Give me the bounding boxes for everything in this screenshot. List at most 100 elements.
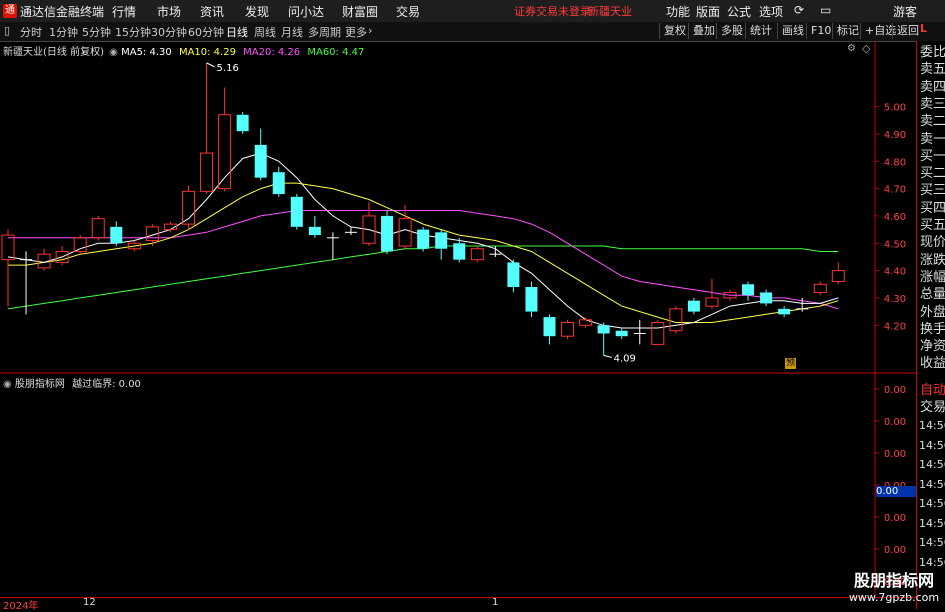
- current-stock-name: 新疆天业: [588, 5, 632, 18]
- menu-shichang[interactable]: 市场: [157, 3, 181, 20]
- quote-field-15: 外盘: [920, 304, 945, 320]
- time-row: 14:56: [919, 419, 945, 432]
- candle-body: [236, 114, 249, 132]
- collapse-icon[interactable]: ◇: [862, 42, 870, 55]
- candle-body: [470, 248, 484, 261]
- login-warning[interactable]: 证券交易未登录: [514, 3, 591, 19]
- price-tick-label: 4.90: [884, 130, 906, 141]
- menu-gongneng[interactable]: 功能: [666, 3, 690, 20]
- sub-indicator-name: 股朋指标网: [14, 379, 65, 390]
- candle-body: [742, 284, 755, 296]
- candle-body: [615, 330, 628, 337]
- fuquan-button[interactable]: 复权: [659, 23, 690, 39]
- legend-ma10: MA10: 4.29: [178, 47, 236, 58]
- min-pointer: [603, 354, 612, 358]
- price-tick-label: 4.20: [884, 321, 906, 332]
- tab-more[interactable]: 更多: [345, 24, 367, 40]
- tab-fenshi[interactable]: 分时: [20, 24, 42, 40]
- quote-side-panel: 委比 卖五 卖四 卖三 卖二 卖一 买一 买二 买三 买四 买五 现价 涨跌 涨幅 总量 外盘 换手 净资 收益 自动…: [916, 41, 945, 609]
- price-tick-label: 4.70: [884, 185, 906, 196]
- stats-button[interactable]: 统计: [745, 23, 776, 39]
- tab-multi-period[interactable]: 多周期: [308, 24, 341, 40]
- quote-field-9: 买四: [920, 200, 945, 216]
- date-axis: 2024年 12 1: [0, 597, 916, 612]
- quote-field-14: 总量: [920, 287, 945, 303]
- legend-ma60: MA60: 4.47: [307, 47, 365, 58]
- legend-stock-name: 新疆天业(日线 前复权): [3, 47, 104, 58]
- candle-body: [778, 308, 791, 315]
- menu-zixun[interactable]: 资讯: [200, 3, 224, 20]
- time-row: 14:56: [919, 497, 945, 510]
- multi-stock-button[interactable]: 多股: [716, 23, 747, 39]
- legend-circle-icon[interactable]: ◉: [109, 47, 118, 58]
- menu-gongshi[interactable]: 公式: [727, 3, 751, 20]
- ma60-line: [7, 245, 839, 310]
- sub-tick-label: 0.00: [884, 513, 906, 524]
- tab-5min[interactable]: 5分钟: [82, 24, 111, 40]
- refresh-icon[interactable]: ⟳: [794, 3, 804, 17]
- sub-legend-circle-icon[interactable]: ◉: [3, 379, 12, 390]
- candle-body: [1, 234, 15, 261]
- guest-label[interactable]: 游客: [893, 3, 917, 20]
- candle-body: [507, 262, 520, 287]
- candle-body: [272, 172, 285, 195]
- candle-body: [110, 226, 123, 244]
- more-chevron-icon[interactable]: ›: [368, 24, 372, 37]
- draw-line-button[interactable]: 画线: [777, 23, 808, 39]
- ma20-line: [8, 210, 839, 310]
- sub-tick-label: 0.00: [884, 449, 906, 460]
- menu-bar: 通 通达信金融终端 行情 市场 资讯 发现 问小达 财富圈 交易 证券交易未登录…: [0, 0, 945, 23]
- tab-daily[interactable]: 日线: [226, 24, 248, 40]
- tab-60min[interactable]: 60分钟: [188, 24, 224, 40]
- settings-gear-icon[interactable]: ⚙: [847, 43, 856, 54]
- period-icon: ▯: [4, 24, 11, 37]
- quote-field-12: 涨跌: [920, 252, 945, 268]
- sub-tick-label: 0.00: [884, 417, 906, 428]
- time-row: 14:56: [919, 477, 945, 491]
- quote-field-3: 卖三: [920, 96, 945, 112]
- tab-15min[interactable]: 15分钟: [115, 24, 151, 40]
- trade-label[interactable]: 交易: [920, 400, 945, 415]
- kline-chart[interactable]: 5.00 4.90 4.80 4.70 4.60 4.50 4.40 4.30 4.20 0.00…: [0, 41, 916, 597]
- f10-button[interactable]: F10: [806, 23, 835, 39]
- auto-trade-label[interactable]: 自动: [920, 383, 945, 398]
- pre-badge[interactable]: 预: [785, 358, 796, 369]
- menu-jiaoyi[interactable]: 交易: [396, 3, 420, 20]
- menu-xuanxiang[interactable]: 选项: [759, 3, 783, 20]
- quote-field-18: 收益: [920, 356, 945, 372]
- candle-body: [254, 144, 267, 178]
- app-logo-icon: 通: [3, 4, 17, 18]
- menu-banmian[interactable]: 版面: [696, 3, 720, 20]
- app-title: 通达信金融终端: [20, 5, 105, 19]
- quote-field-2: 卖四: [920, 79, 945, 95]
- menu-caifuquan[interactable]: 财富圈: [342, 3, 378, 20]
- quote-field-0: 委比: [920, 45, 945, 60]
- candle-body: [453, 243, 466, 260]
- price-tick-label: 4.80: [884, 157, 906, 168]
- quote-field-16: 换手: [920, 321, 945, 337]
- candle-body: [760, 292, 773, 304]
- tab-monthly[interactable]: 月线: [281, 24, 303, 40]
- tab-1min[interactable]: 1分钟: [49, 24, 78, 40]
- period-toolbar: ▯ 分时 1分钟 5分钟 15分钟 30分钟 60分钟 日线 周线 月线 多周期…: [0, 22, 945, 42]
- tab-30min[interactable]: 30分钟: [151, 24, 187, 40]
- tab-weekly[interactable]: 周线: [254, 24, 276, 40]
- quote-field-8: 买三: [920, 183, 945, 199]
- chart-axes: 5.00 4.90 4.80 4.70 4.60 4.50 4.40 4.30 4.20 0.00…: [0, 41, 916, 597]
- menu-wenxiaoda[interactable]: 问小达: [288, 3, 324, 20]
- sub-indicator-value: 越过临界: 0.00: [72, 379, 141, 390]
- back-button[interactable]: 返回: [892, 23, 923, 39]
- overlay-button[interactable]: 叠加: [688, 23, 719, 39]
- menu-faxian[interactable]: 发现: [245, 3, 269, 20]
- quote-field-1: 卖五: [920, 62, 945, 78]
- panel-level-label: L: [920, 22, 928, 35]
- main-legend: 新疆天业(日线 前复权) ◉ MA5: 4.30 MA10: 4.29 MA20…: [3, 43, 364, 58]
- price-tick-label: 4.30: [884, 294, 906, 305]
- window-icon[interactable]: ▭: [820, 3, 831, 17]
- mark-button[interactable]: 标记: [832, 23, 863, 39]
- menu-hangqing[interactable]: 行情: [112, 3, 136, 20]
- price-tick-label: 4.50: [884, 239, 906, 250]
- watermark-url: www.7gpzb.com: [848, 591, 940, 604]
- legend-ma5: MA5: 4.30: [121, 47, 172, 58]
- quote-field-10: 买五: [920, 218, 945, 233]
